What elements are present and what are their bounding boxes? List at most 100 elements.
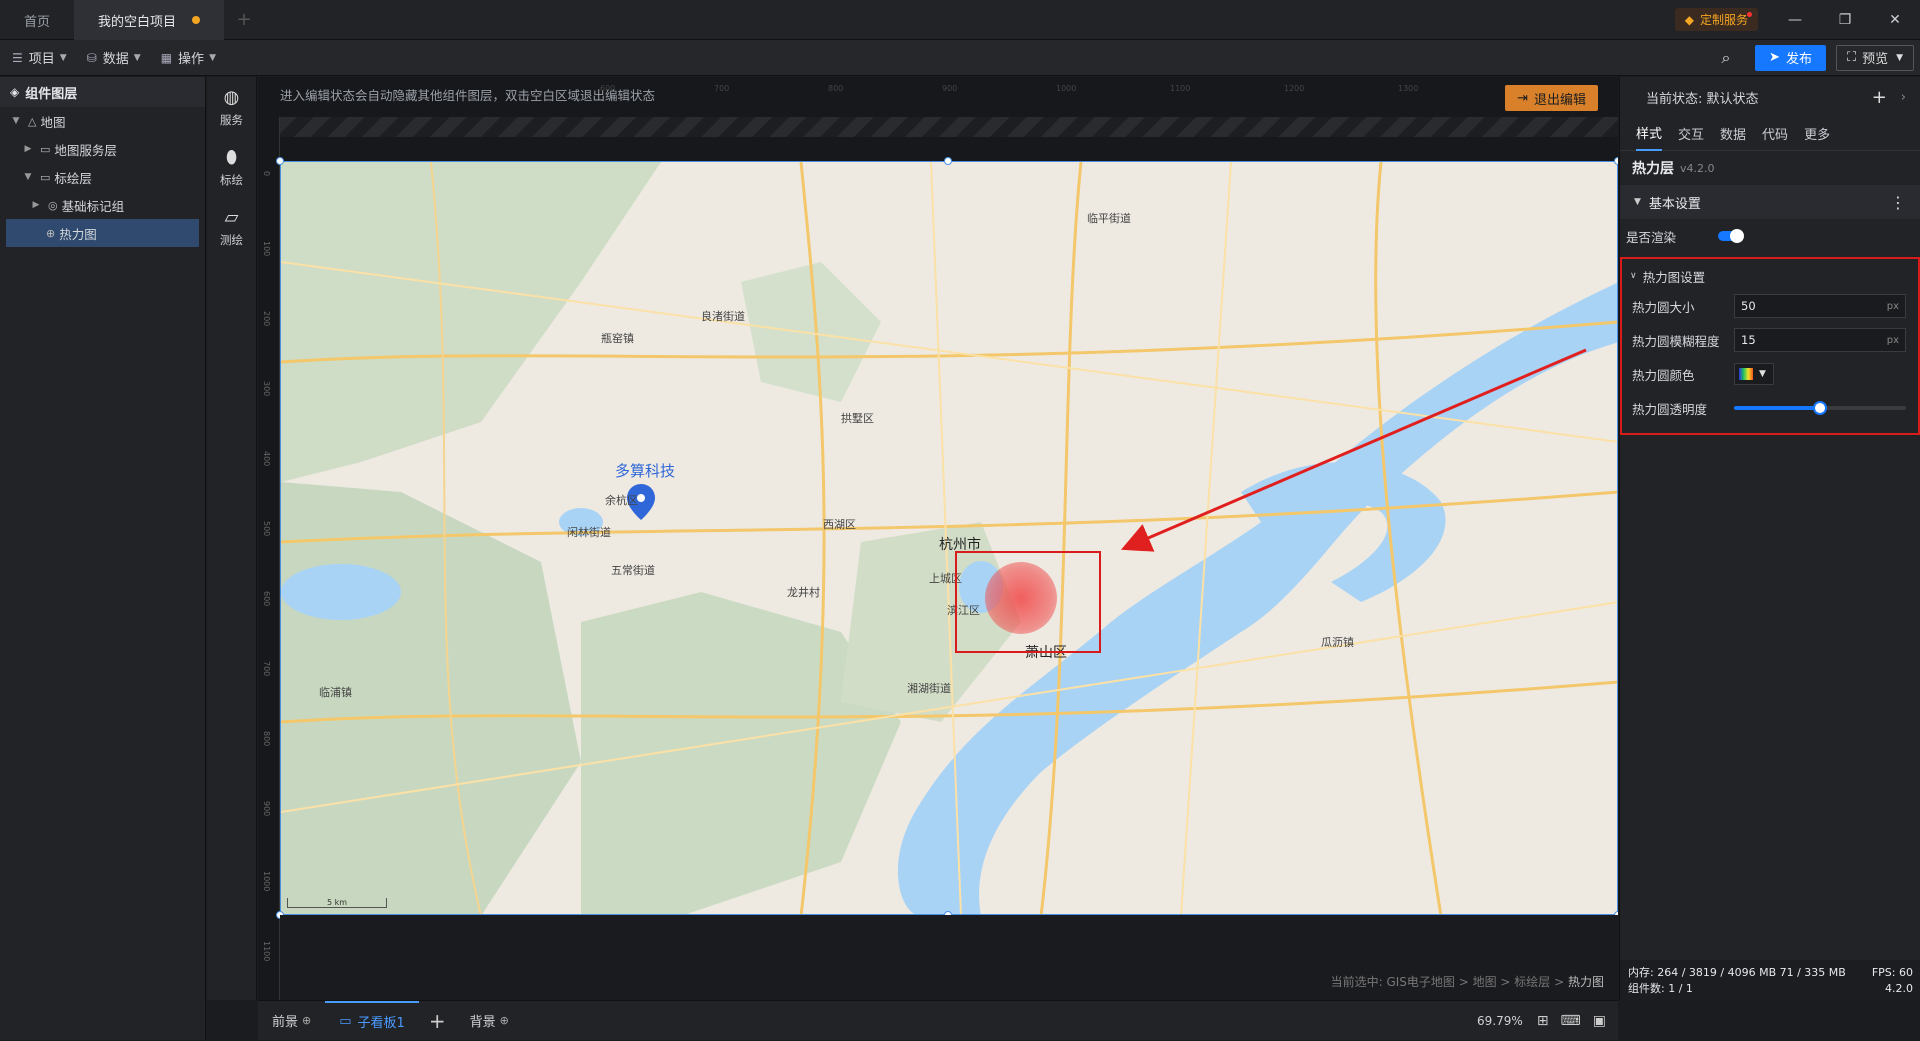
resize-handle[interactable]: [944, 157, 952, 165]
keyboard-icon[interactable]: ⌨: [1561, 1013, 1581, 1029]
location-pin-dot: [637, 494, 645, 502]
search-icon[interactable]: ⌕: [1711, 48, 1741, 68]
more-vertical-icon[interactable]: ⋮: [1890, 193, 1906, 212]
color-picker[interactable]: ▼: [1734, 363, 1774, 385]
chevron-down-icon: ∨: [1630, 271, 1637, 281]
tree-item-plot-layer[interactable]: ▼ ▭ 标绘层: [0, 163, 205, 191]
chevron-right-icon[interactable]: ›: [1901, 90, 1906, 105]
fullscreen-icon: ⛶: [1846, 50, 1857, 65]
road: [1180, 162, 1232, 914]
close-button[interactable]: ✕: [1870, 0, 1920, 39]
survey-tool[interactable]: ▱ 测绘: [207, 197, 256, 257]
tab-project[interactable]: 我的空白项目: [74, 0, 225, 40]
menu-project[interactable]: ☰ 项目 ▼: [12, 48, 67, 68]
plot-tool[interactable]: ⬮ 标绘: [207, 137, 256, 197]
tree-item-label: 基础标记组: [61, 198, 125, 214]
tree-item-map[interactable]: ▼ △ 地图: [0, 107, 205, 135]
layer-panel-title: 组件图层: [25, 86, 78, 102]
tree-item-label: 地图服务层: [54, 142, 117, 158]
preview-button[interactable]: ⛶ 预览 ▼: [1835, 44, 1914, 71]
chevron-right-icon: ▶: [24, 144, 32, 154]
heatmap-settings-label: 热力图设置: [1642, 269, 1706, 285]
editor-canvas[interactable]: 6007008009001000110012001300140015001600…: [258, 77, 1618, 1000]
tree-item-heatmap[interactable]: ⊕ 热力图: [6, 219, 199, 247]
unsaved-dot: [192, 16, 201, 24]
color-row: 热力圆颜色 ▼: [1622, 357, 1918, 391]
minimize-button[interactable]: —: [1770, 0, 1820, 39]
ruler-tick-label: 1100: [262, 941, 271, 961]
resize-handle[interactable]: [276, 157, 284, 165]
tab-code[interactable]: 代码: [1762, 117, 1788, 151]
render-toggle[interactable]: [1718, 229, 1745, 243]
project-icon: ☰: [12, 50, 23, 65]
tab-foreground[interactable]: 前景 ⊕: [258, 1001, 325, 1041]
pin-icon: ⬮: [225, 146, 238, 168]
opacity-slider-knob[interactable]: [1813, 401, 1827, 415]
size-input[interactable]: 50 px: [1734, 294, 1906, 318]
state-label: 当前状态:: [1646, 91, 1703, 107]
blur-unit: px: [1886, 334, 1899, 346]
restore-button[interactable]: ❐: [1820, 0, 1870, 39]
color-label: 热力圆颜色: [1632, 367, 1695, 383]
tab-more[interactable]: 更多: [1804, 117, 1830, 151]
fit-screen-icon[interactable]: ⊞: [1537, 1013, 1549, 1029]
menu-data[interactable]: ⛁ 数据 ▼: [87, 48, 141, 68]
menu-operate[interactable]: ▦ 操作 ▼: [161, 48, 216, 68]
ruler-tick-label: 700: [262, 661, 271, 676]
basic-settings-section[interactable]: ▼ 基本设置 ⋮: [1620, 185, 1920, 219]
chevron-down-icon: ▼: [209, 52, 216, 63]
exit-edit-label: 退出编辑: [1533, 92, 1586, 108]
monitor-icon: ▭: [339, 1014, 352, 1029]
tab-data[interactable]: 数据: [1720, 117, 1746, 151]
tab-interaction[interactable]: 交互: [1678, 117, 1704, 151]
add-board-button[interactable]: +: [419, 1009, 456, 1033]
caret-down-icon: ▼: [1759, 369, 1766, 379]
opacity-slider[interactable]: [1734, 401, 1906, 415]
map-label: 五常街道: [611, 564, 655, 577]
exit-edit-button[interactable]: ⇥ 退出编辑: [1505, 85, 1598, 111]
ruler-tick-label: 1100: [1170, 84, 1190, 93]
tab-subboard[interactable]: ▭ 子看板1: [325, 1000, 419, 1041]
folder-icon: ▭: [40, 142, 51, 156]
opacity-slider-fill: [1734, 406, 1820, 410]
tab-background[interactable]: 背景 ⊕: [456, 1001, 523, 1041]
map-label: 拱墅区: [841, 412, 874, 425]
state-row: 当前状态: 默认状态 + ›: [1620, 77, 1920, 117]
chevron-down-icon: ▼: [133, 52, 141, 63]
state-value[interactable]: 默认状态: [1707, 88, 1759, 107]
tab-home-label: 首页: [24, 14, 51, 30]
resize-handle[interactable]: [1614, 157, 1618, 165]
side-toolbar: ◍ 服务 ⬮ 标绘 ▱ 测绘: [207, 77, 257, 1000]
status-panel: 内存: 264 / 3819 / 4096 MB 71 / 335 MB FPS:…: [1620, 960, 1920, 1000]
blur-input[interactable]: 15 px: [1734, 328, 1906, 352]
custom-service-button[interactable]: ◆ 定制服务: [1674, 8, 1758, 31]
tab-home[interactable]: 首页: [0, 0, 74, 40]
heatmap-settings-header[interactable]: ∨ 热力图设置: [1622, 263, 1918, 289]
map-icon: △: [28, 114, 37, 128]
globe-icon: ◍: [223, 86, 240, 108]
publish-label: 发布: [1785, 52, 1812, 67]
diamond-icon: ◆: [1684, 12, 1694, 27]
map-view[interactable]: 多算科技 西湖区 杭州市 拱墅区 上城区 滨江区 萧山区 余杭区 临平街道 良渚…: [280, 161, 1618, 915]
ruler-tick-label: 900: [942, 84, 957, 93]
service-tool[interactable]: ◍ 服务: [207, 77, 256, 137]
tab-subboard-label: 子看板1: [357, 1016, 405, 1031]
title-bar: 首页 我的空白项目 + ◆ 定制服务 — ❐ ✕: [0, 0, 1920, 40]
zoom-level[interactable]: 69.79%: [1477, 1014, 1523, 1028]
tab-style[interactable]: 样式: [1636, 117, 1663, 151]
component-version: v4.2.0: [1680, 161, 1715, 175]
add-circle-icon[interactable]: ⊕: [302, 1014, 311, 1027]
marker-group-icon: ◎: [48, 198, 58, 212]
ruler-tick-label: 500: [262, 521, 271, 536]
publish-button[interactable]: ➤ 发布: [1755, 44, 1826, 71]
tree-item-marker-group[interactable]: ▶ ◎ 基础标记组: [0, 191, 205, 219]
add-circle-icon[interactable]: ⊕: [500, 1014, 509, 1027]
render-label: 是否渲染: [1626, 229, 1677, 245]
terminal-icon[interactable]: ▣: [1593, 1013, 1606, 1029]
add-tab-button[interactable]: +: [224, 0, 264, 39]
size-unit: px: [1886, 300, 1899, 312]
stripe-band: [280, 117, 1618, 137]
preview-label: 预览: [1862, 52, 1889, 67]
add-state-button[interactable]: +: [1872, 87, 1887, 108]
tree-item-map-service[interactable]: ▶ ▭ 地图服务层: [0, 135, 205, 163]
